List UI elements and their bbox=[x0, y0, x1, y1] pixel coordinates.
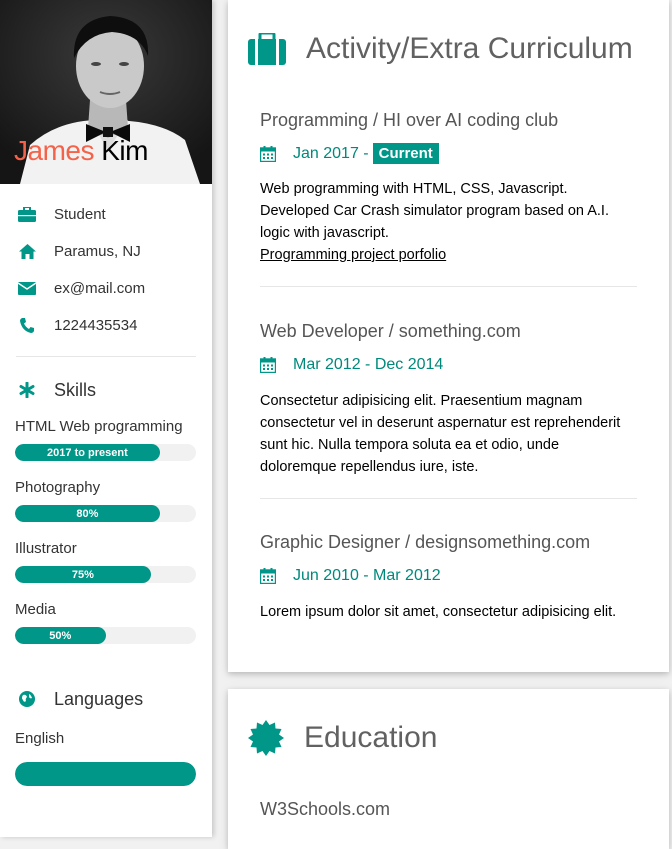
skill-bar: 75% bbox=[15, 566, 196, 583]
current-badge: Current bbox=[372, 143, 439, 164]
calendar-icon bbox=[260, 568, 276, 584]
entry-divider bbox=[260, 286, 637, 287]
calendar-icon bbox=[260, 145, 276, 162]
entry-date-text: Mar 2012 - Dec 2014 bbox=[293, 356, 444, 373]
entry-date: Mar 2012 - Dec 2014 bbox=[260, 356, 637, 374]
contact-info: Student Paramus, NJ ex@mail.com 12244355… bbox=[0, 184, 212, 344]
entry-divider bbox=[260, 498, 637, 499]
education-card: Education W3Schools.com bbox=[228, 689, 669, 849]
education-heading: Education bbox=[228, 719, 669, 757]
contact-row-email: ex@mail.com bbox=[0, 270, 212, 307]
activity-heading-text: Activity/Extra Curriculum bbox=[306, 32, 633, 65]
phone-icon bbox=[17, 318, 37, 333]
contact-text: Student bbox=[54, 206, 106, 223]
sidebar-divider bbox=[16, 356, 196, 357]
briefcase-icon bbox=[17, 207, 37, 222]
activity-entry: Graphic Designer / designsomething.com J… bbox=[260, 532, 637, 623]
skill-name: Illustrator bbox=[15, 540, 77, 557]
languages-heading: Languages bbox=[0, 686, 212, 712]
globe-icon bbox=[15, 691, 39, 707]
contact-text: Paramus, NJ bbox=[54, 243, 141, 260]
entry-date-text: Jun 2010 - Mar 2012 bbox=[293, 567, 441, 584]
portfolio-link[interactable]: Programming project porfolio bbox=[260, 247, 446, 263]
entry-description: Lorem ipsum dolor sit amet, consectetur … bbox=[260, 604, 617, 620]
contact-row-phone: 1224435534 bbox=[0, 307, 212, 344]
envelope-icon bbox=[17, 282, 37, 295]
activity-heading: Activity/Extra Curriculum bbox=[228, 30, 669, 68]
skill-bar: 50% bbox=[15, 627, 196, 644]
profile-name: James Kim bbox=[14, 135, 148, 167]
skills-heading: Skills bbox=[0, 377, 212, 403]
language-bar-fill bbox=[15, 762, 196, 786]
skill-bar: 80% bbox=[15, 505, 196, 522]
language-name: English bbox=[15, 730, 65, 747]
education-entry: W3Schools.com bbox=[260, 799, 637, 820]
skill-name: Photography bbox=[15, 479, 101, 496]
entry-description: Consectetur adipisicing elit. Praesentiu… bbox=[260, 393, 621, 475]
entry-date: Jan 2017 - Current bbox=[260, 143, 637, 164]
contact-row-home: Paramus, NJ bbox=[0, 233, 212, 270]
entry-title: W3Schools.com bbox=[260, 799, 391, 819]
home-icon bbox=[17, 244, 37, 259]
activity-card: Activity/Extra Curriculum Programming / … bbox=[228, 0, 669, 672]
entry-date: Jun 2010 - Mar 2012 bbox=[260, 567, 637, 585]
skill-bar-fill: 80% bbox=[15, 505, 160, 522]
activity-entry: Programming / HI over AI coding club Jan… bbox=[260, 110, 637, 266]
entry-description: Web programming with HTML, CSS, Javascri… bbox=[260, 178, 637, 266]
skill-bar-fill: 75% bbox=[15, 566, 151, 583]
asterisk-icon bbox=[15, 382, 39, 398]
skill-name: HTML Web programming bbox=[15, 418, 183, 435]
last-name: Kim bbox=[101, 135, 148, 166]
skill-name: Media bbox=[15, 601, 56, 618]
activity-entry: Web Developer / something.com Mar 2012 -… bbox=[260, 321, 637, 478]
contact-text: ex@mail.com bbox=[54, 280, 146, 297]
suitcase-icon bbox=[248, 33, 286, 65]
skill-bar-fill: 50% bbox=[15, 627, 106, 644]
entry-title: Graphic Designer / designsomething.com bbox=[260, 532, 591, 552]
entry-description-text: Web programming with HTML, CSS, Javascri… bbox=[260, 181, 609, 241]
profile-photo: James Kim bbox=[0, 0, 212, 184]
skill-bar: 2017 to present bbox=[15, 444, 196, 461]
education-heading-text: Education bbox=[304, 721, 438, 754]
profile-sidebar: James Kim Student Paramus, NJ ex@mail.co… bbox=[0, 0, 212, 837]
skills-heading-text: Skills bbox=[54, 379, 97, 400]
entry-title: Programming / HI over AI coding club bbox=[260, 110, 559, 130]
language-bar bbox=[15, 762, 196, 786]
entry-title: Web Developer / something.com bbox=[260, 321, 521, 341]
languages-heading-text: Languages bbox=[54, 688, 144, 709]
calendar-icon bbox=[260, 357, 276, 373]
certificate-icon bbox=[248, 720, 284, 756]
skill-bar-fill: 2017 to present bbox=[15, 444, 160, 461]
entry-date-text: Jan 2017 - bbox=[293, 144, 369, 162]
contact-row-job: Student bbox=[0, 196, 212, 233]
contact-text: 1224435534 bbox=[54, 317, 138, 334]
first-name: James bbox=[14, 135, 94, 166]
